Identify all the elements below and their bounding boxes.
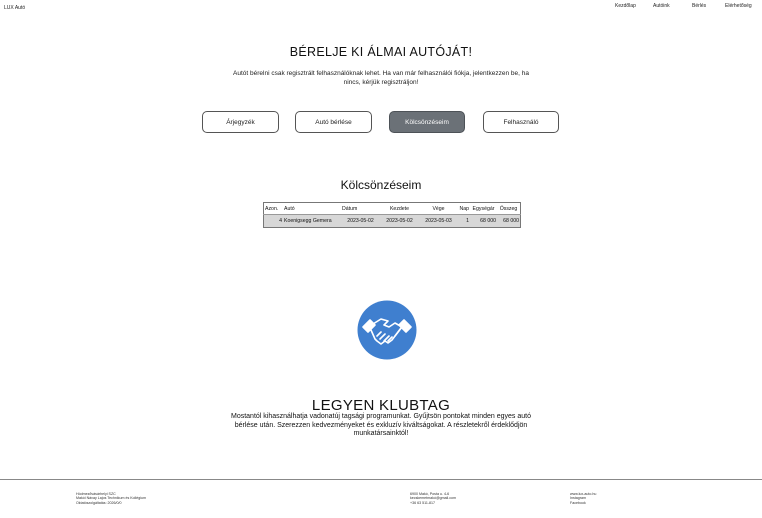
footer-contact-info: 6900 Makó, Posta u. 4-6 kecskemetmakó@gm… bbox=[410, 492, 456, 505]
cell-id: 4 bbox=[263, 214, 283, 228]
column-header-unit-price: Egységár bbox=[470, 202, 497, 215]
footer-phone[interactable]: +36 63 511-817 bbox=[410, 501, 456, 505]
hero-title: BÉRELJE KI ÁLMAI AUTÓJÁT! bbox=[289, 45, 473, 59]
table-header-row: Azon. Autó Dátum Kezdete Vége Nap Egység… bbox=[263, 202, 521, 215]
nav-link-cars[interactable]: Autóink bbox=[653, 3, 670, 9]
cell-car: Koenigsegg Gemera bbox=[283, 214, 341, 228]
nav-link-contact[interactable]: Elérhetőség bbox=[725, 3, 752, 9]
table-row[interactable]: 4 Koenigsegg Gemera 2023-05-02 2023-05-0… bbox=[263, 214, 521, 228]
cell-start: 2023-05-02 bbox=[380, 214, 419, 228]
handshake-icon bbox=[357, 300, 417, 360]
footer-school-id: Oktatószolgáltatás: 2026/0/0 bbox=[76, 500, 122, 505]
nav-link-home[interactable]: Kezdőlap bbox=[615, 3, 636, 9]
nav-link-rental[interactable]: Bérlés bbox=[692, 3, 706, 9]
cell-total: 68 000 bbox=[497, 214, 521, 228]
footer-links: www.lux-auto.hu Instagram Facebook bbox=[570, 492, 596, 505]
column-header-days: Nap bbox=[458, 202, 470, 215]
column-header-end: Vége bbox=[419, 202, 458, 215]
column-header-total: Összeg bbox=[497, 202, 521, 215]
price-list-button[interactable]: Árjegyzék bbox=[202, 111, 279, 133]
column-header-date: Dátum bbox=[341, 202, 380, 215]
rent-car-button[interactable]: Autó bérlése bbox=[295, 111, 372, 133]
cell-unit-price: 68 000 bbox=[470, 214, 497, 228]
top-navigation: LUX Autó Kezdőlap Autóink Bérlés Elérhet… bbox=[0, 0, 762, 16]
cell-date: 2023-05-02 bbox=[341, 214, 380, 228]
brand-logo-text[interactable]: LUX Autó bbox=[4, 5, 25, 11]
my-rentals-button[interactable]: Kölcsönzéseim bbox=[389, 111, 465, 133]
cell-end: 2023-05-03 bbox=[419, 214, 458, 228]
club-description: Mostantól kihasználhatja vadonatúj tagsá… bbox=[230, 413, 532, 438]
footer-divider bbox=[0, 479, 762, 480]
rentals-section-title: Kölcsönzéseim bbox=[340, 178, 422, 192]
hero-description: Autót bérelni csak regisztrált felhaszná… bbox=[233, 70, 529, 86]
cell-days: 1 bbox=[458, 214, 470, 228]
rentals-table: Azon. Autó Dátum Kezdete Vége Nap Egység… bbox=[263, 202, 521, 228]
footer-school-info: Hódmezővásárhelyi SZC Makói Návay Lajos … bbox=[76, 492, 146, 505]
column-header-id: Azon. bbox=[263, 202, 283, 215]
column-header-car: Autó bbox=[283, 202, 341, 215]
column-header-start: Kezdete bbox=[380, 202, 419, 215]
user-button[interactable]: Felhasználó bbox=[483, 111, 559, 133]
footer-facebook-link[interactable]: Facebook bbox=[570, 501, 596, 505]
club-title: LEGYEN KLUBTAG bbox=[311, 397, 451, 414]
